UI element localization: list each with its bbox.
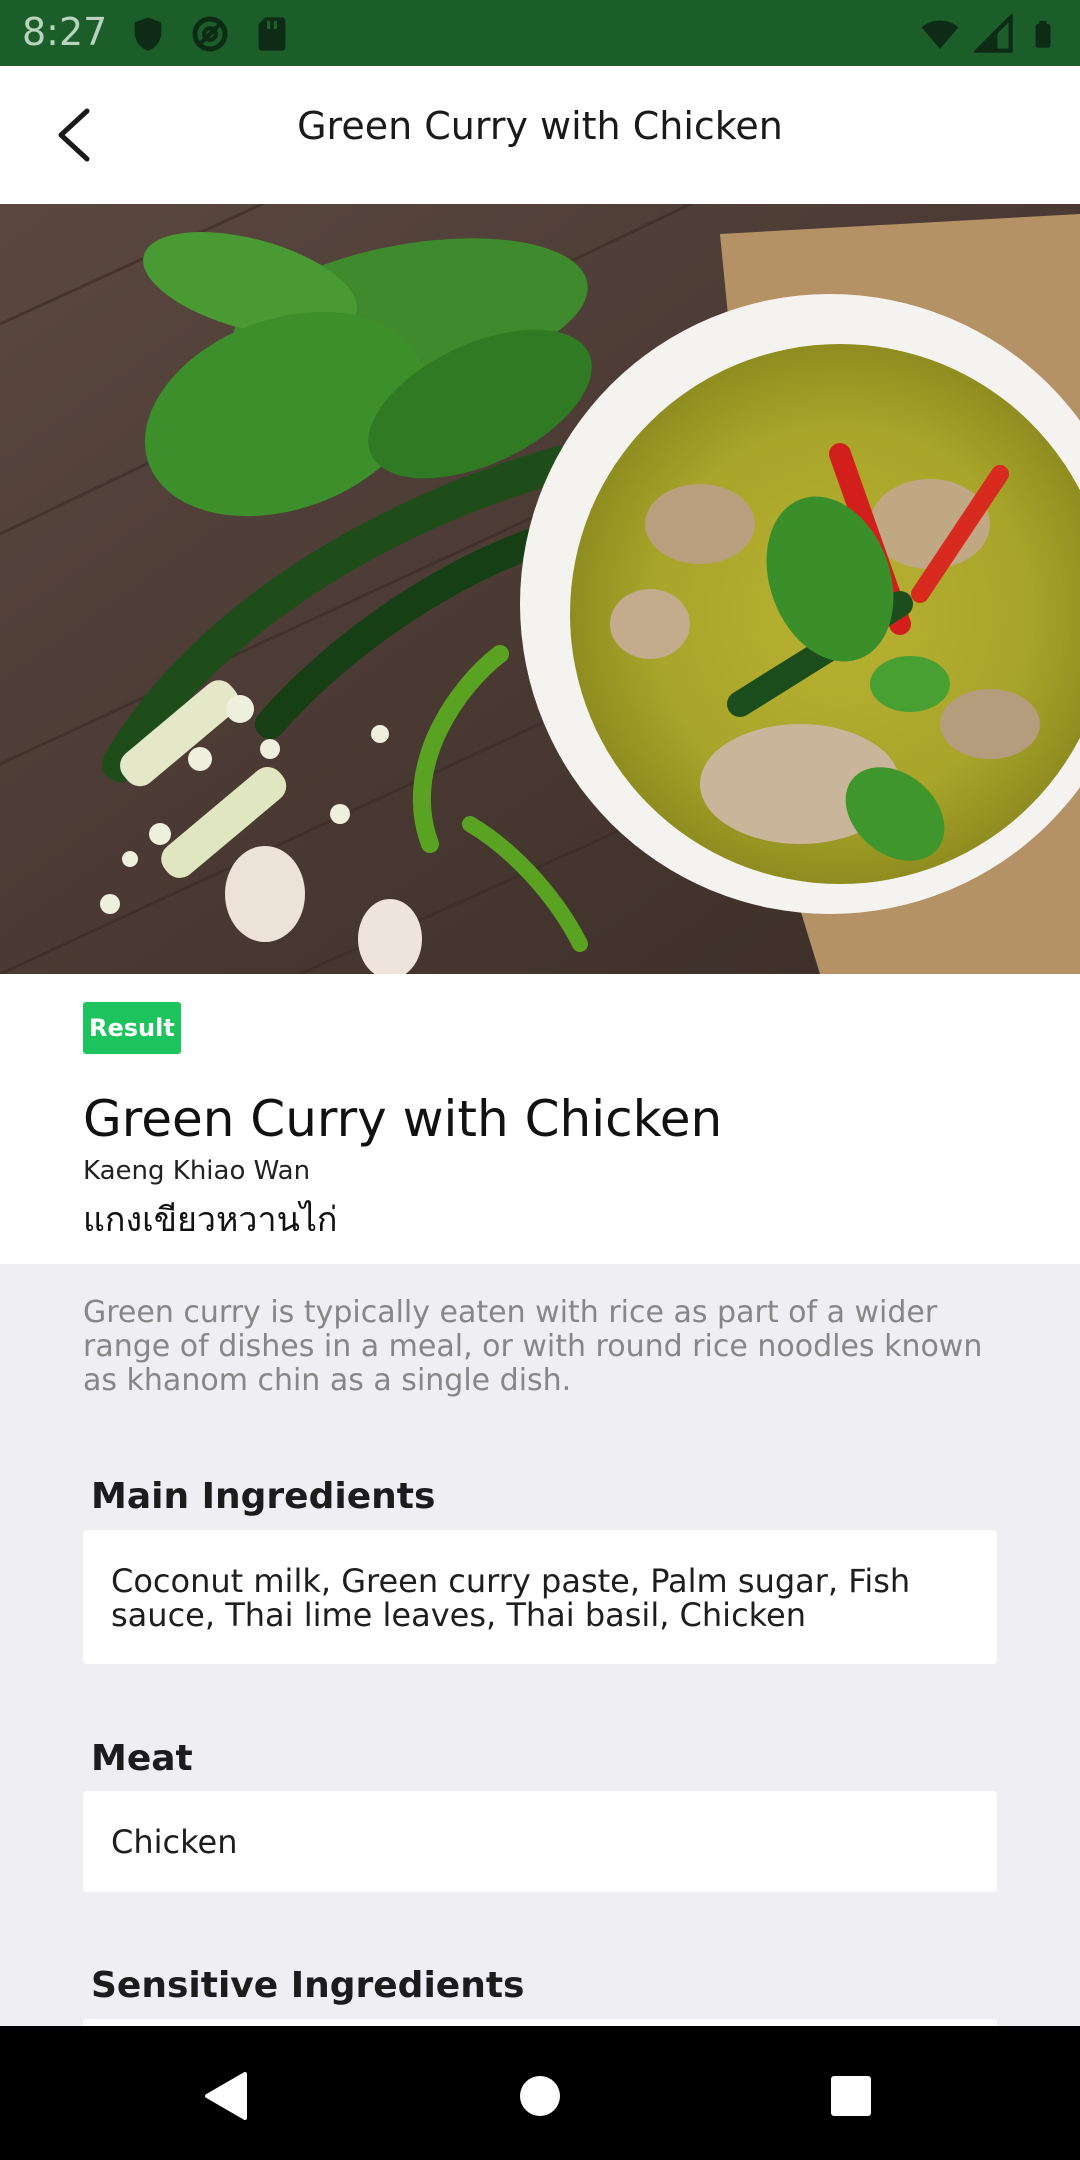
- nav-back-button[interactable]: [196, 2066, 256, 2126]
- status-time: 8:27: [22, 10, 108, 54]
- status-icons-right: [920, 14, 1058, 54]
- nav-recents-button[interactable]: [821, 2066, 881, 2126]
- dish-title: Green Curry with Chicken: [83, 1090, 723, 1148]
- nav-home-button[interactable]: [510, 2066, 570, 2126]
- dish-thai-name: แกงเขียวหวานไก่: [83, 1200, 338, 1240]
- status-bar: 8:27: [0, 0, 1080, 66]
- back-triangle-icon: [205, 2072, 247, 2120]
- main-ingredients-field: Coconut milk, Green curry paste, Palm su…: [83, 1530, 997, 1664]
- main-ingredients-title: Main Ingredients: [91, 1476, 436, 1517]
- dish-description: Green curry is typically eaten with rice…: [83, 1295, 983, 1398]
- green-curry-photo: [0, 204, 1080, 974]
- home-circle-icon: [520, 2076, 560, 2116]
- meat-title: Meat: [91, 1738, 193, 1779]
- app-bar: Green Curry with Chicken: [0, 66, 1080, 204]
- recents-square-icon: [831, 2076, 871, 2116]
- battery-icon: [1035, 20, 1051, 48]
- result-badge: Result: [83, 1002, 181, 1054]
- meat-field: Chicken: [83, 1791, 997, 1892]
- at-sign-icon: [192, 16, 228, 52]
- shield-icon: [134, 17, 162, 51]
- system-nav-bar: [0, 2026, 1080, 2160]
- signal-icon: [974, 14, 1013, 53]
- dish-header: Result Green Curry with Chicken Kaeng Kh…: [0, 974, 1080, 1264]
- sensitive-ingredients-title: Sensitive Ingredients: [91, 1965, 525, 2006]
- status-icons-left: [128, 14, 292, 54]
- dish-romanized-name: Kaeng Khiao Wan: [83, 1156, 311, 1186]
- wifi-icon: [921, 20, 959, 49]
- hero-image: [0, 204, 1080, 974]
- app-bar-title: Green Curry with Chicken: [297, 104, 783, 148]
- sd-card-icon: [258, 17, 286, 51]
